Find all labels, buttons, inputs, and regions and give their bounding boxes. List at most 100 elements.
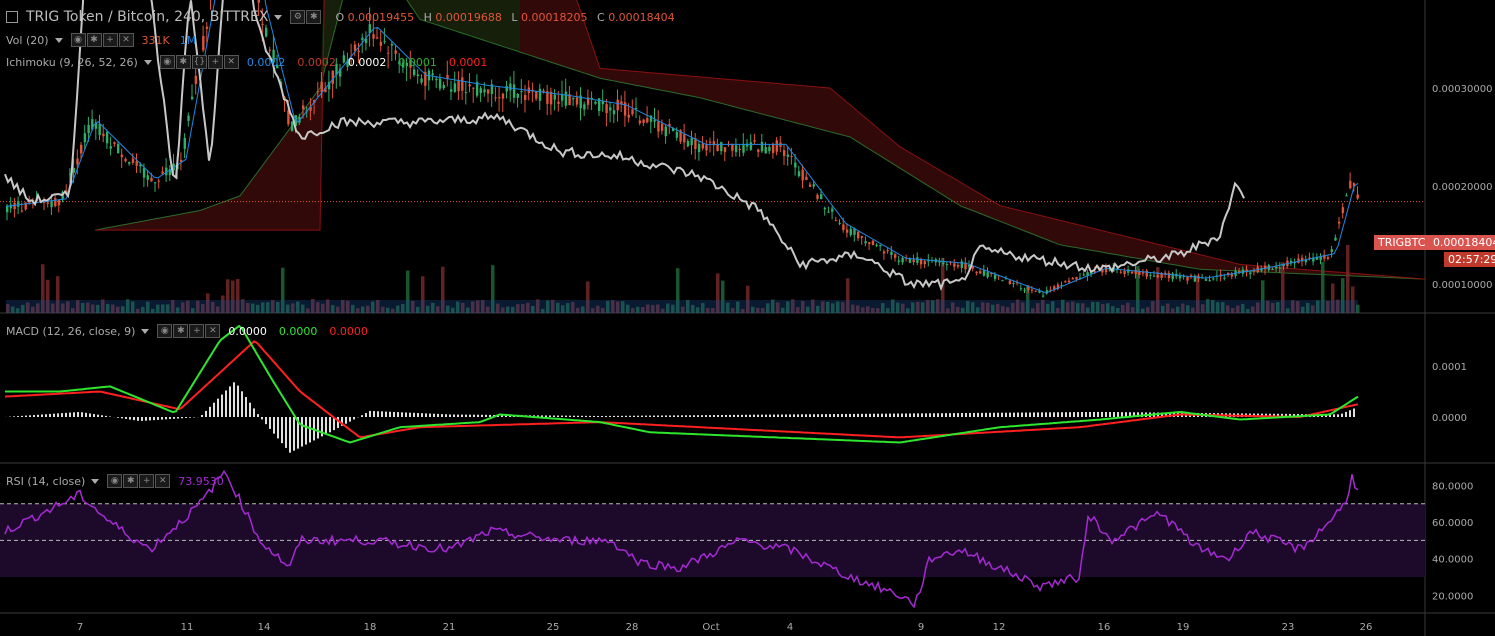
candle-body (1145, 270, 1148, 277)
candle-body (520, 91, 523, 93)
plus-icon[interactable]: + (139, 474, 155, 488)
volume-ma-area (6, 300, 1358, 313)
candle-body (1034, 290, 1037, 292)
candle-body (808, 184, 812, 187)
chart-canvas[interactable]: 0.000600000.000500000.000400000.00030000… (0, 0, 1495, 636)
gear-icon[interactable]: ✱ (123, 474, 139, 488)
candle-body (775, 140, 778, 152)
candle-body (1149, 274, 1152, 276)
volume-name[interactable]: Vol (20) (6, 34, 49, 47)
candle-body (875, 244, 878, 246)
ichimoku-legend: Ichimoku (9, 26, 52, 26) ◉ ✱{} + ✕ 0.0002 0… (6, 55, 487, 69)
candle-body (1338, 221, 1341, 224)
gear-icon[interactable]: ✱ (173, 324, 189, 338)
chevron-down-icon[interactable] (274, 14, 283, 20)
candle-body (1204, 279, 1208, 281)
gear-icon[interactable]: ✱ (86, 33, 102, 47)
candle-body (1186, 276, 1189, 281)
candle-body (575, 97, 579, 105)
candle-body (479, 88, 482, 94)
candle-body (771, 143, 775, 153)
candle-body (653, 120, 656, 122)
candle-body (1071, 278, 1074, 280)
chevron-down-icon[interactable] (54, 37, 63, 43)
eye-icon[interactable]: ◉ (70, 33, 86, 47)
braces-icon[interactable]: {} (191, 55, 207, 69)
candle-body (842, 224, 845, 231)
candle-body (1278, 267, 1282, 269)
candle-body (161, 171, 164, 174)
candle-body (494, 97, 497, 99)
candle-body (816, 194, 819, 199)
eye-icon[interactable]: ◉ (107, 474, 123, 488)
close-icon[interactable]: ✕ (223, 55, 239, 69)
macd-name[interactable]: MACD (12, 26, close, 9) (6, 325, 135, 338)
candle-body (1082, 274, 1086, 276)
eye-icon[interactable]: ◉ (159, 55, 175, 69)
collapse-icon[interactable] (6, 11, 18, 23)
candle-body (509, 83, 512, 91)
candle-body (113, 142, 116, 144)
candle-body (383, 41, 386, 43)
chevron-down-icon[interactable] (91, 478, 100, 484)
candle-body (1349, 180, 1352, 189)
candle-body (982, 270, 986, 276)
candle-body (864, 241, 867, 244)
chevron-down-icon[interactable] (141, 328, 150, 334)
macd-signal-line (4, 340, 1359, 439)
close-icon[interactable]: ✕ (155, 474, 171, 488)
candle-body (901, 257, 904, 263)
candle-body (461, 77, 464, 91)
candle-body (790, 156, 793, 158)
candle-body (1012, 282, 1015, 284)
rsi-name[interactable]: RSI (14, close) (6, 475, 85, 488)
candle-body (257, 0, 260, 3)
candle-body (142, 168, 146, 178)
candle-body (1030, 289, 1034, 291)
candle-body (20, 210, 24, 212)
candle-body (660, 123, 664, 131)
candle-body (1001, 280, 1004, 282)
eye-icon[interactable]: ◉ (157, 324, 173, 338)
rsi-axis-label: 20.0000 (1432, 591, 1473, 602)
plus-icon[interactable]: + (189, 324, 205, 338)
candle-body (642, 119, 645, 123)
candle-body (50, 201, 53, 208)
candle-body (120, 154, 124, 158)
gear-icon[interactable]: ✱ (306, 10, 322, 24)
time-axis-label: 7 (77, 622, 83, 633)
candle-body (1167, 272, 1171, 278)
candle-body (731, 143, 734, 151)
candle-body (372, 34, 375, 39)
candle-body (801, 169, 804, 181)
candle-body (553, 94, 556, 100)
candle-body (827, 211, 830, 213)
candle-body (609, 107, 612, 111)
candle-body (912, 259, 915, 263)
candle-body (923, 261, 926, 265)
gear-icon[interactable]: ✱ (175, 55, 191, 69)
candle-body (594, 101, 597, 104)
candle-body (150, 177, 153, 182)
close-icon[interactable]: ✕ (205, 324, 221, 338)
candle-body (516, 94, 519, 98)
settings-icon[interactable]: ⚙ (290, 10, 306, 24)
rsi-legend: RSI (14, close) ◉ ✱ + ✕ 73.9530 (6, 474, 224, 488)
symbol-title[interactable]: TRIG Token / Bitcoin, 240, BITTREX (26, 9, 268, 25)
candle-body (1326, 257, 1330, 259)
candle-body (109, 146, 112, 149)
ichimoku-name[interactable]: Ichimoku (9, 26, 52, 26) (6, 56, 138, 69)
plus-icon[interactable]: + (102, 33, 118, 47)
ichimoku-value-2: 0.0002 (297, 55, 336, 69)
plus-icon[interactable]: + (207, 55, 223, 69)
candle-body (202, 36, 205, 51)
candle-body (102, 133, 105, 137)
rsi-controls: ◉ ✱ + ✕ (107, 474, 171, 488)
candle-body (420, 78, 423, 83)
candle-body (631, 109, 634, 115)
ichimoku-cloud (95, 0, 1425, 280)
candle-body (635, 107, 638, 109)
close-icon[interactable]: ✕ (118, 33, 134, 47)
chevron-down-icon[interactable] (143, 59, 152, 65)
candle-body (57, 199, 61, 206)
